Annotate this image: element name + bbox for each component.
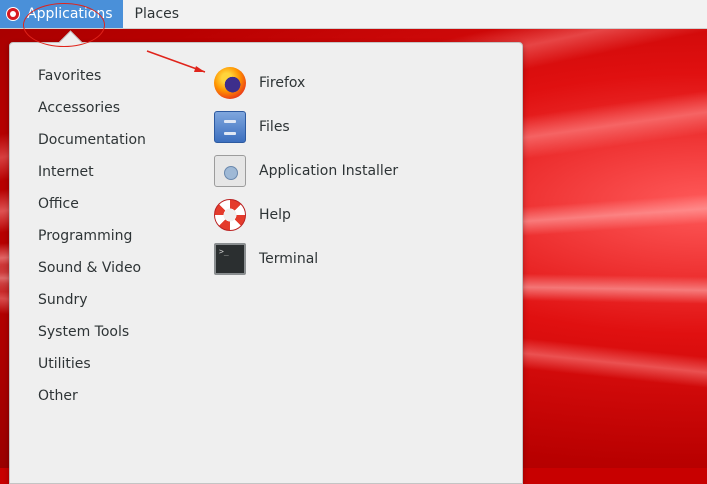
files-icon bbox=[214, 111, 246, 143]
category-documentation[interactable]: Documentation bbox=[10, 124, 210, 156]
category-sundry[interactable]: Sundry bbox=[10, 284, 210, 316]
category-other[interactable]: Other bbox=[10, 380, 210, 412]
category-internet[interactable]: Internet bbox=[10, 156, 210, 188]
category-programming[interactable]: Programming bbox=[10, 220, 210, 252]
app-application-installer[interactable]: Application Installer bbox=[214, 149, 514, 193]
app-help[interactable]: Help bbox=[214, 193, 514, 237]
app-label: Help bbox=[259, 207, 291, 223]
app-label: Files bbox=[259, 119, 290, 135]
top-bar: Applications Places bbox=[0, 0, 707, 29]
app-terminal[interactable]: Terminal bbox=[214, 237, 514, 281]
app-label: Application Installer bbox=[259, 163, 399, 179]
application-list: Firefox Files Application Installer Help… bbox=[214, 61, 514, 281]
category-list: Favorites Accessories Documentation Inte… bbox=[10, 60, 210, 412]
app-label: Firefox bbox=[259, 75, 306, 91]
category-system-tools[interactable]: System Tools bbox=[10, 316, 210, 348]
category-favorites[interactable]: Favorites bbox=[10, 60, 210, 92]
category-accessories[interactable]: Accessories bbox=[10, 92, 210, 124]
places-menu-label: Places bbox=[134, 6, 180, 22]
application-installer-icon bbox=[214, 155, 246, 187]
app-label: Terminal bbox=[259, 251, 319, 267]
app-firefox[interactable]: Firefox bbox=[214, 61, 514, 105]
app-files[interactable]: Files bbox=[214, 105, 514, 149]
terminal-icon bbox=[214, 243, 246, 275]
category-utilities[interactable]: Utilities bbox=[10, 348, 210, 380]
category-sound-video[interactable]: Sound & Video bbox=[10, 252, 210, 284]
applications-menu-popover: Favorites Accessories Documentation Inte… bbox=[9, 30, 523, 484]
annotation-ellipse bbox=[23, 3, 105, 47]
help-icon bbox=[214, 199, 246, 231]
firefox-icon bbox=[214, 67, 246, 99]
places-menu-button[interactable]: Places bbox=[123, 0, 192, 28]
category-office[interactable]: Office bbox=[10, 188, 210, 220]
redhat-logo-icon bbox=[6, 7, 20, 21]
